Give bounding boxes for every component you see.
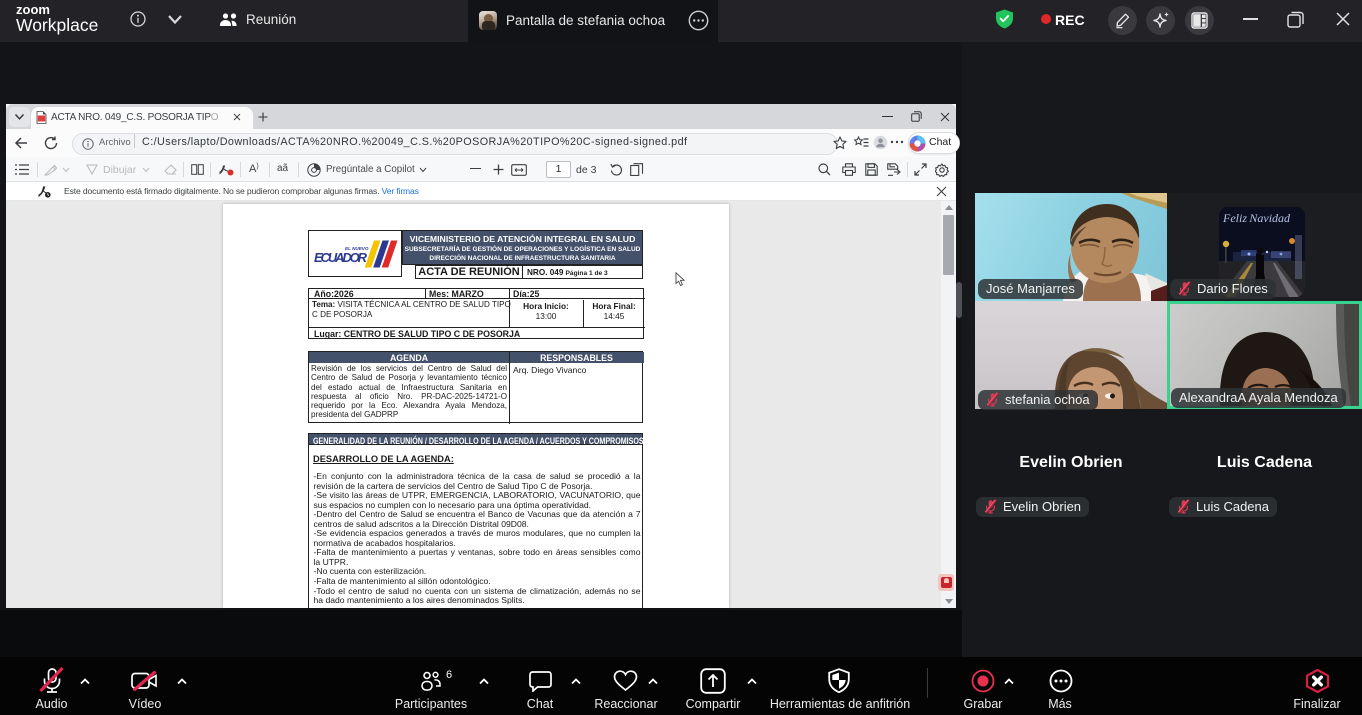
svg-text:ECUADOR: ECUADOR [314,250,368,265]
svg-text:Feliz Navidad: Feliz Navidad [1222,211,1291,225]
svg-text:EL NUEVO: EL NUEVO [345,246,369,251]
